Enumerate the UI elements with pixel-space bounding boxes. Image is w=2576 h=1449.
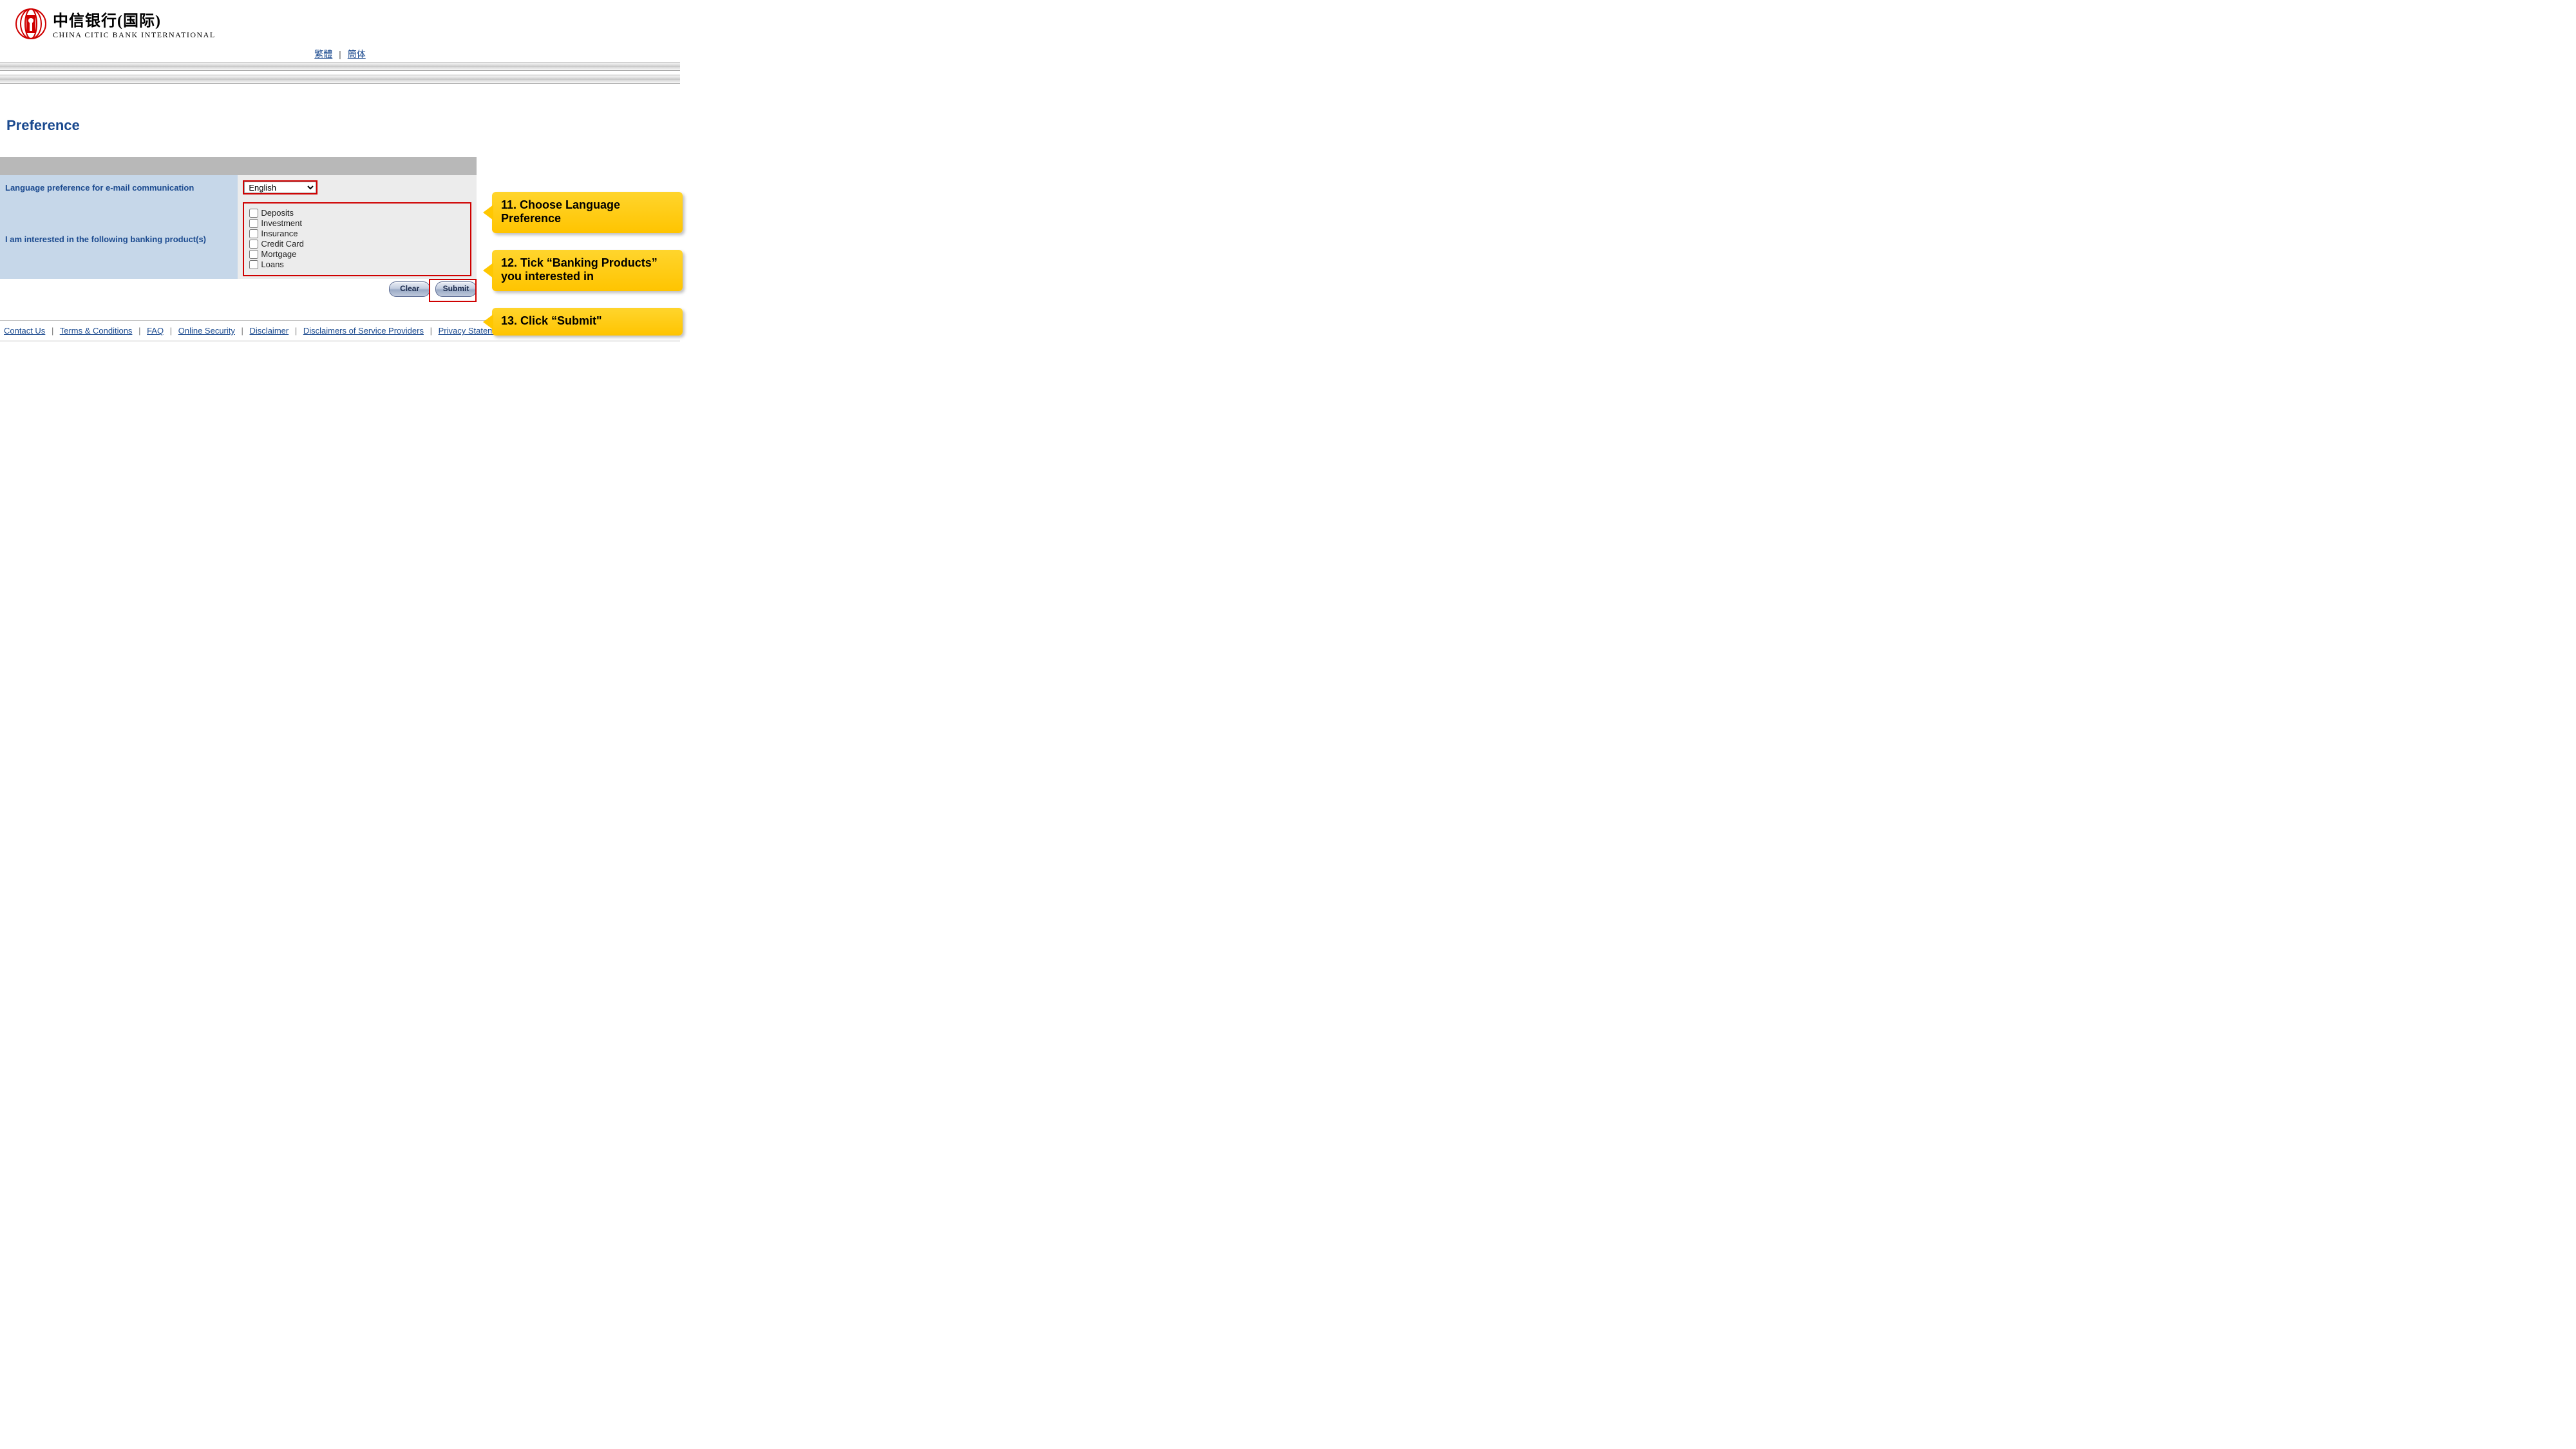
banking-products-highlight: Deposits Investment Insurance Credi	[243, 202, 471, 276]
callout-step-12: 12. Tick “Banking Products” you interest…	[492, 250, 683, 291]
product-row[interactable]: Insurance	[249, 229, 465, 238]
callout-step-13: 13. Click “Submit"	[492, 308, 683, 336]
clear-button[interactable]: Clear	[389, 281, 430, 297]
footer-terms[interactable]: Terms & Conditions	[60, 326, 133, 336]
product-label: Deposits	[261, 208, 294, 218]
page-title: Preference	[6, 117, 680, 134]
product-label: Mortgage	[261, 249, 296, 259]
preference-table: Language preference for e-mail communica…	[0, 175, 477, 279]
submit-button[interactable]: Submit	[435, 281, 477, 297]
product-label: Credit Card	[261, 239, 303, 249]
checkbox-deposits[interactable]	[249, 209, 258, 218]
product-row[interactable]: Investment	[249, 218, 465, 228]
form-buttons: Clear Submit	[0, 281, 477, 297]
footer-online-security[interactable]: Online Security	[178, 326, 235, 336]
divider-bar	[0, 75, 680, 84]
bank-logo: 中信银行(国际) CHINA CITIC BANK INTERNATIONAL	[15, 8, 216, 40]
footer-faq[interactable]: FAQ	[147, 326, 164, 336]
footer-contact-us[interactable]: Contact Us	[4, 326, 45, 336]
product-label: Loans	[261, 260, 283, 269]
product-row[interactable]: Loans	[249, 260, 465, 269]
product-row[interactable]: Mortgage	[249, 249, 465, 259]
product-row[interactable]: Credit Card	[249, 239, 465, 249]
lang-separator: |	[339, 49, 341, 59]
main-content: Preference Language preference for e-mai…	[0, 117, 680, 297]
section-header-bar	[0, 157, 477, 175]
checkbox-credit-card[interactable]	[249, 240, 258, 249]
callout-step-11: 11. Choose Language Preference	[492, 192, 683, 233]
logo-icon	[15, 8, 46, 39]
product-row[interactable]: Deposits	[249, 208, 465, 218]
lang-traditional-link[interactable]: 繁體	[314, 49, 332, 59]
banking-products-label: I am interested in the following banking…	[0, 200, 238, 279]
footer-service-providers[interactable]: Disclaimers of Service Providers	[303, 326, 424, 336]
language-select[interactable]: English	[244, 182, 316, 193]
checkbox-insurance[interactable]	[249, 229, 258, 238]
header: 中信银行(国际) CHINA CITIC BANK INTERNATIONAL …	[0, 0, 927, 62]
language-switcher: 繁體 | 簡体	[0, 48, 680, 61]
product-label: Investment	[261, 218, 302, 228]
language-select-highlight: English	[243, 180, 317, 194]
logo-text-en: CHINA CITIC BANK INTERNATIONAL	[53, 30, 216, 40]
checkbox-mortgage[interactable]	[249, 250, 258, 259]
divider-bar	[0, 62, 680, 71]
language-preference-label: Language preference for e-mail communica…	[0, 175, 238, 200]
checkbox-investment[interactable]	[249, 219, 258, 228]
checkbox-loans[interactable]	[249, 260, 258, 269]
footer-disclaimer[interactable]: Disclaimer	[250, 326, 289, 336]
product-label: Insurance	[261, 229, 298, 238]
logo-text-cn: 中信银行(国际)	[53, 8, 216, 30]
lang-simplified-link[interactable]: 簡体	[348, 49, 366, 59]
